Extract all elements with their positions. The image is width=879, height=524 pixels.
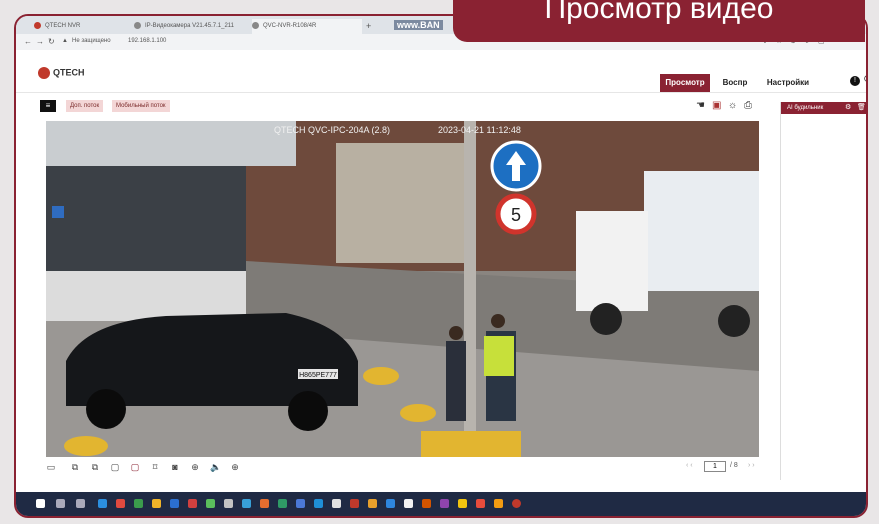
- forward-arrow-icon[interactable]: →: [36, 37, 44, 46]
- taskbar-app-icon[interactable]: [98, 499, 107, 508]
- license-plate: Н865РЕ777: [299, 372, 337, 379]
- mobile-stream-button[interactable]: Мобильный поток: [112, 100, 170, 112]
- trash-icon[interactable]: 🗑: [857, 103, 866, 111]
- layout-menu-icon[interactable]: ≡: [40, 100, 56, 112]
- start-icon[interactable]: [36, 499, 45, 508]
- qtech-favicon-icon: [34, 21, 41, 29]
- taskbar-app-icon[interactable]: [386, 499, 395, 508]
- taskbar-app-icon[interactable]: [242, 499, 251, 508]
- hand-icon[interactable]: ☚: [696, 100, 705, 111]
- taskbar-app-icon[interactable]: [458, 499, 467, 508]
- metal-gate: [336, 143, 466, 263]
- ai-alarm-panel: AI будильник ⚙ 🗑: [780, 102, 866, 480]
- audio-icon[interactable]: 🔈: [210, 462, 221, 472]
- live-video-feed[interactable]: 5 Н865РЕ777 QTECH QVC-IPC-204A (2.8) 202…: [46, 121, 759, 457]
- slide-title: Просмотр видео: [544, 0, 774, 25]
- page-total: / 8: [730, 462, 738, 469]
- globe-icon: [134, 21, 141, 29]
- stream-select-icon[interactable]: ▭: [46, 462, 56, 472]
- fullscreen-icon[interactable]: ▢: [130, 462, 140, 472]
- nav-settings[interactable]: Настройки: [762, 74, 814, 92]
- truck-body: [644, 171, 759, 291]
- timestamp-osd: 2023-04-21 11:12:48: [438, 125, 521, 135]
- qtech-logo-icon: [38, 67, 50, 79]
- brightness-icon[interactable]: ☼: [728, 100, 737, 111]
- nav-playback[interactable]: Воспр: [716, 74, 754, 92]
- video-scene: 5 Н865РЕ777 QTECH QVC-IPC-204A (2.8) 202…: [46, 121, 759, 457]
- search-icon[interactable]: [56, 499, 65, 508]
- taskbar-app-icon[interactable]: [512, 499, 521, 508]
- new-tab-plus-icon[interactable]: +: [366, 19, 376, 34]
- taskbar-app-icon[interactable]: [350, 499, 359, 508]
- digital-zoom-icon[interactable]: ⊕: [230, 462, 240, 472]
- slide-banner: Просмотр видео: [453, 0, 865, 42]
- taskbar-app-icon[interactable]: [476, 499, 485, 508]
- qtech-logo: QTECH: [38, 67, 85, 79]
- power-icon[interactable]: ⏻: [864, 74, 866, 85]
- warning-triangle-icon: ▲: [62, 38, 68, 44]
- taskbar-app-icon[interactable]: [170, 499, 179, 508]
- fit-icon[interactable]: ⌑: [150, 462, 160, 472]
- taskbar-app-icon[interactable]: [332, 499, 341, 508]
- ai-alarm-header: AI будильник: [781, 102, 866, 114]
- taskbar-app-icon[interactable]: [296, 499, 305, 508]
- truck-cab: [576, 211, 648, 311]
- insecure-warning: Не защищено: [72, 38, 111, 44]
- prev-page-icon[interactable]: ‹ ‹: [686, 462, 693, 469]
- browser-tab-3-active[interactable]: QVC-NVR-R108/4R: [252, 19, 362, 34]
- taskbar-app-icon[interactable]: [440, 499, 449, 508]
- taskbar-app-icon[interactable]: [188, 499, 197, 508]
- taskbar-app-icon[interactable]: [206, 499, 215, 508]
- globe-icon: [252, 21, 259, 29]
- presentation-frame: QTECH NVR IP-Видеокамера V21.45.7.1_211 …: [14, 14, 868, 518]
- image-adjust-icon[interactable]: ▣: [712, 100, 721, 111]
- back-arrow-icon[interactable]: ←: [24, 37, 32, 46]
- page-input[interactable]: 1: [704, 461, 726, 472]
- taskbar-app-icon[interactable]: [422, 499, 431, 508]
- taskbar-app-icon[interactable]: [404, 499, 413, 508]
- taskbar-app-icon[interactable]: [368, 499, 377, 508]
- video-control-bar: ▭ ⧉ ⧉ ▢ ▢ ⌑ ◙ ⊕ 🔈 ⊕ ‹ ‹ 1 / 8 › ›: [46, 461, 766, 476]
- gear-icon[interactable]: ⚙: [845, 103, 851, 111]
- snapshot-icon[interactable]: ◙: [170, 462, 180, 472]
- taskbar-app-icon[interactable]: [314, 499, 323, 508]
- extra-stream-button[interactable]: Доп. поток: [66, 100, 104, 112]
- split-9-icon[interactable]: ▢: [110, 462, 120, 472]
- app-header: QTECH Просмотр Воспр Настройки ! ⏻: [16, 50, 866, 93]
- info-icon[interactable]: !: [850, 76, 860, 86]
- taskbar-app-icon[interactable]: [260, 499, 269, 508]
- speed-limit-value: 5: [511, 205, 521, 225]
- camera-name-osd: QTECH QVC-IPC-204A (2.8): [274, 125, 390, 135]
- browser-tab-2[interactable]: IP-Видеокамера V21.45.7.1_211: [134, 19, 244, 34]
- task-view-icon[interactable]: [76, 499, 85, 508]
- taskbar-app-icon[interactable]: [134, 499, 143, 508]
- browser-tab-1[interactable]: QTECH NVR: [34, 19, 122, 34]
- split-4-icon[interactable]: ⧉: [90, 462, 100, 472]
- canopy: [46, 121, 296, 166]
- url-field[interactable]: 192.168.1.100: [128, 38, 166, 44]
- zoom-icon[interactable]: ⊕: [190, 462, 200, 472]
- print-icon[interactable]: ⎙: [744, 100, 752, 111]
- taskbar-app-icon[interactable]: [116, 499, 125, 508]
- split-1-icon[interactable]: ⧉: [70, 462, 80, 472]
- reload-icon[interactable]: ↻: [48, 37, 55, 46]
- taskbar-app-icon[interactable]: [494, 499, 503, 508]
- taskbar-app-icon[interactable]: [152, 499, 161, 508]
- taskbar-app-icon[interactable]: [224, 499, 233, 508]
- watermark-label: www.BAN: [394, 20, 443, 30]
- windows-taskbar: [16, 492, 866, 516]
- channel-badge-icon: [52, 206, 64, 218]
- worker-1: [446, 341, 466, 421]
- next-page-icon[interactable]: › ›: [748, 462, 755, 469]
- taskbar-app-icon[interactable]: [278, 499, 287, 508]
- nav-live-view[interactable]: Просмотр: [660, 74, 710, 92]
